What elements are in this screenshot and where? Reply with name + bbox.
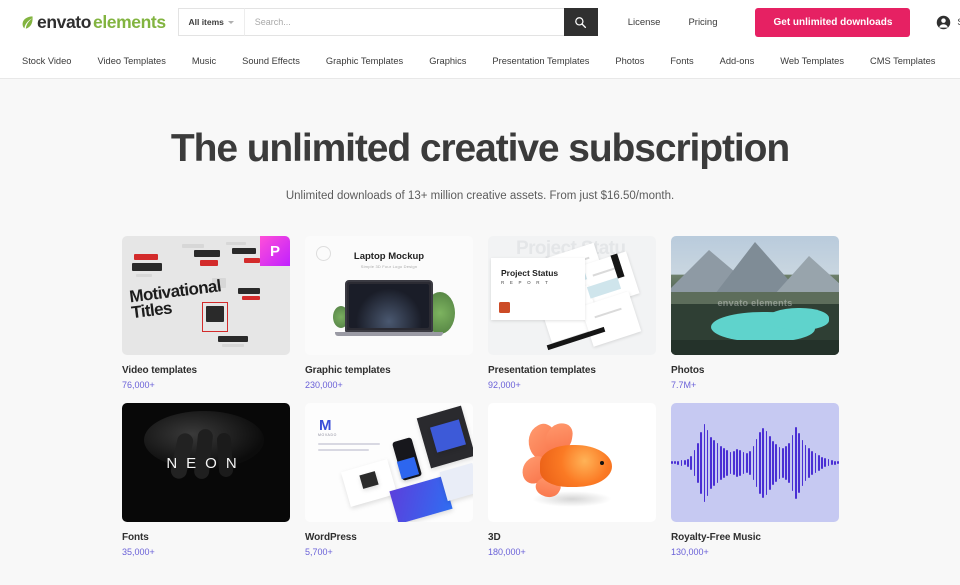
card-count: 180,000+: [488, 547, 526, 557]
thumbnail-art-text: M: [319, 417, 331, 434]
card-title: Fonts: [122, 532, 149, 543]
category-card-grid: Motivational Titles P Video templates 76…: [122, 236, 839, 557]
nav-item-music[interactable]: Music: [192, 56, 216, 66]
sign-in-button[interactable]: Sign In: [936, 15, 960, 30]
card-title: Photos: [671, 365, 705, 376]
card-count: 230,000+: [305, 380, 343, 390]
search-category-dropdown[interactable]: All items: [177, 8, 244, 36]
nav-item-cms-templates[interactable]: CMS Templates: [870, 56, 935, 66]
nav-item-presentation-templates[interactable]: Presentation Templates: [492, 56, 589, 66]
thumbnail-art-text: Motivational Titles: [128, 276, 222, 322]
category-card-presentation-templates[interactable]: Project Statu Project Status R E P O R T…: [488, 236, 656, 390]
audio-waveform-thumbnail: [671, 403, 839, 522]
logo-product-text: elements: [93, 11, 166, 32]
get-unlimited-downloads-button[interactable]: Get unlimited downloads: [755, 7, 911, 37]
category-card-wordpress[interactable]: M MOVADO WordPress 5,700+: [305, 403, 473, 557]
card-count: 92,000+: [488, 380, 521, 390]
card-count: 5,700+: [305, 547, 333, 557]
thumbnail-art-subtext: Simple 3D Four Logo Design: [360, 264, 418, 269]
thumbnail-art-text: NEON: [166, 455, 246, 472]
powerpoint-icon: [499, 302, 510, 313]
nav-item-video-templates[interactable]: Video Templates: [97, 56, 165, 66]
chevron-down-icon: [227, 20, 234, 24]
logo-brand-text: envato: [37, 11, 92, 32]
mountain-lake-photo-thumbnail: envato elements: [671, 236, 839, 355]
nav-item-fonts[interactable]: Fonts: [670, 56, 693, 66]
card-title: 3D: [488, 532, 501, 543]
laptop-mockup-thumbnail: Laptop Mockup Simple 3D Four Logo Design: [305, 236, 473, 355]
thumbnail-art-text: Project Status: [501, 268, 559, 278]
card-count: 130,000+: [671, 547, 709, 557]
user-avatar-icon: [937, 15, 951, 29]
category-card-fonts[interactable]: NEON Fonts 35,000+: [122, 403, 290, 557]
thumbnail-art-subtext: MOVADO: [318, 433, 337, 437]
site-header: envatoelements All items License Pricing…: [0, 0, 960, 79]
category-card-video-templates[interactable]: Motivational Titles P Video templates 76…: [122, 236, 290, 390]
neon-font-thumbnail: NEON: [122, 403, 290, 522]
watermark-text: envato elements: [717, 297, 793, 308]
card-title: Graphic templates: [305, 365, 391, 376]
leaf-icon: [22, 15, 33, 29]
header-top-bar: envatoelements All items License Pricing…: [0, 0, 960, 44]
card-title: Royalty-Free Music: [671, 532, 761, 543]
nav-item-web-templates[interactable]: Web Templates: [780, 56, 844, 66]
nav-item-sound-effects[interactable]: Sound Effects: [242, 56, 300, 66]
nav-item-photos[interactable]: Photos: [615, 56, 644, 66]
category-card-photos[interactable]: envato elements Photos 7.7M+: [671, 236, 839, 390]
hero-subtitle: Unlimited downloads of 13+ million creat…: [285, 190, 675, 202]
nav-item-graphics[interactable]: Graphics: [429, 56, 466, 66]
card-title: WordPress: [305, 532, 357, 543]
search-input[interactable]: [243, 8, 564, 36]
category-card-royalty-free-music[interactable]: Royalty-Free Music 130,000+: [671, 403, 839, 557]
nav-item-graphic-templates[interactable]: Graphic Templates: [326, 56, 403, 66]
card-title: Presentation templates: [488, 365, 596, 376]
hero-section: The unlimited creative subscription Unli…: [0, 79, 960, 202]
category-card-3d[interactable]: 3D 180,000+: [488, 403, 656, 557]
card-count: 35,000+: [122, 547, 155, 557]
motivational-titles-thumbnail: Motivational Titles P: [122, 236, 290, 355]
category-nav: Stock Video Video Templates Music Sound …: [0, 44, 960, 78]
envato-elements-logo[interactable]: envato elements: [22, 12, 166, 33]
goldfish-3d-thumbnail: [488, 403, 656, 522]
premiere-pro-badge: P: [260, 236, 290, 266]
search-category-label: All items: [188, 17, 224, 27]
search-bar: All items: [177, 8, 598, 36]
nav-item-stock-video[interactable]: Stock Video: [22, 56, 71, 66]
magnifier-icon: [575, 16, 587, 28]
header-link-license[interactable]: License: [628, 17, 661, 28]
card-count: 76,000+: [122, 380, 155, 390]
wordpress-theme-thumbnail: M MOVADO: [305, 403, 473, 522]
card-count: 7.7M+: [671, 380, 697, 390]
page-title: The unlimited creative subscription: [170, 127, 790, 170]
card-title: Video templates: [122, 365, 198, 376]
nav-item-add-ons[interactable]: Add-ons: [720, 56, 755, 66]
thumbnail-art-subtext: R E P O R T: [501, 280, 551, 285]
category-card-graphic-templates[interactable]: Laptop Mockup Simple 3D Four Logo Design…: [305, 236, 473, 390]
search-submit-button[interactable]: [563, 8, 598, 36]
thumbnail-art-text: Laptop Mockup: [353, 251, 425, 262]
project-status-thumbnail: Project Statu Project Status R E P O R T: [488, 236, 656, 355]
header-link-pricing[interactable]: Pricing: [688, 17, 717, 28]
waveform-bars: [671, 403, 839, 522]
